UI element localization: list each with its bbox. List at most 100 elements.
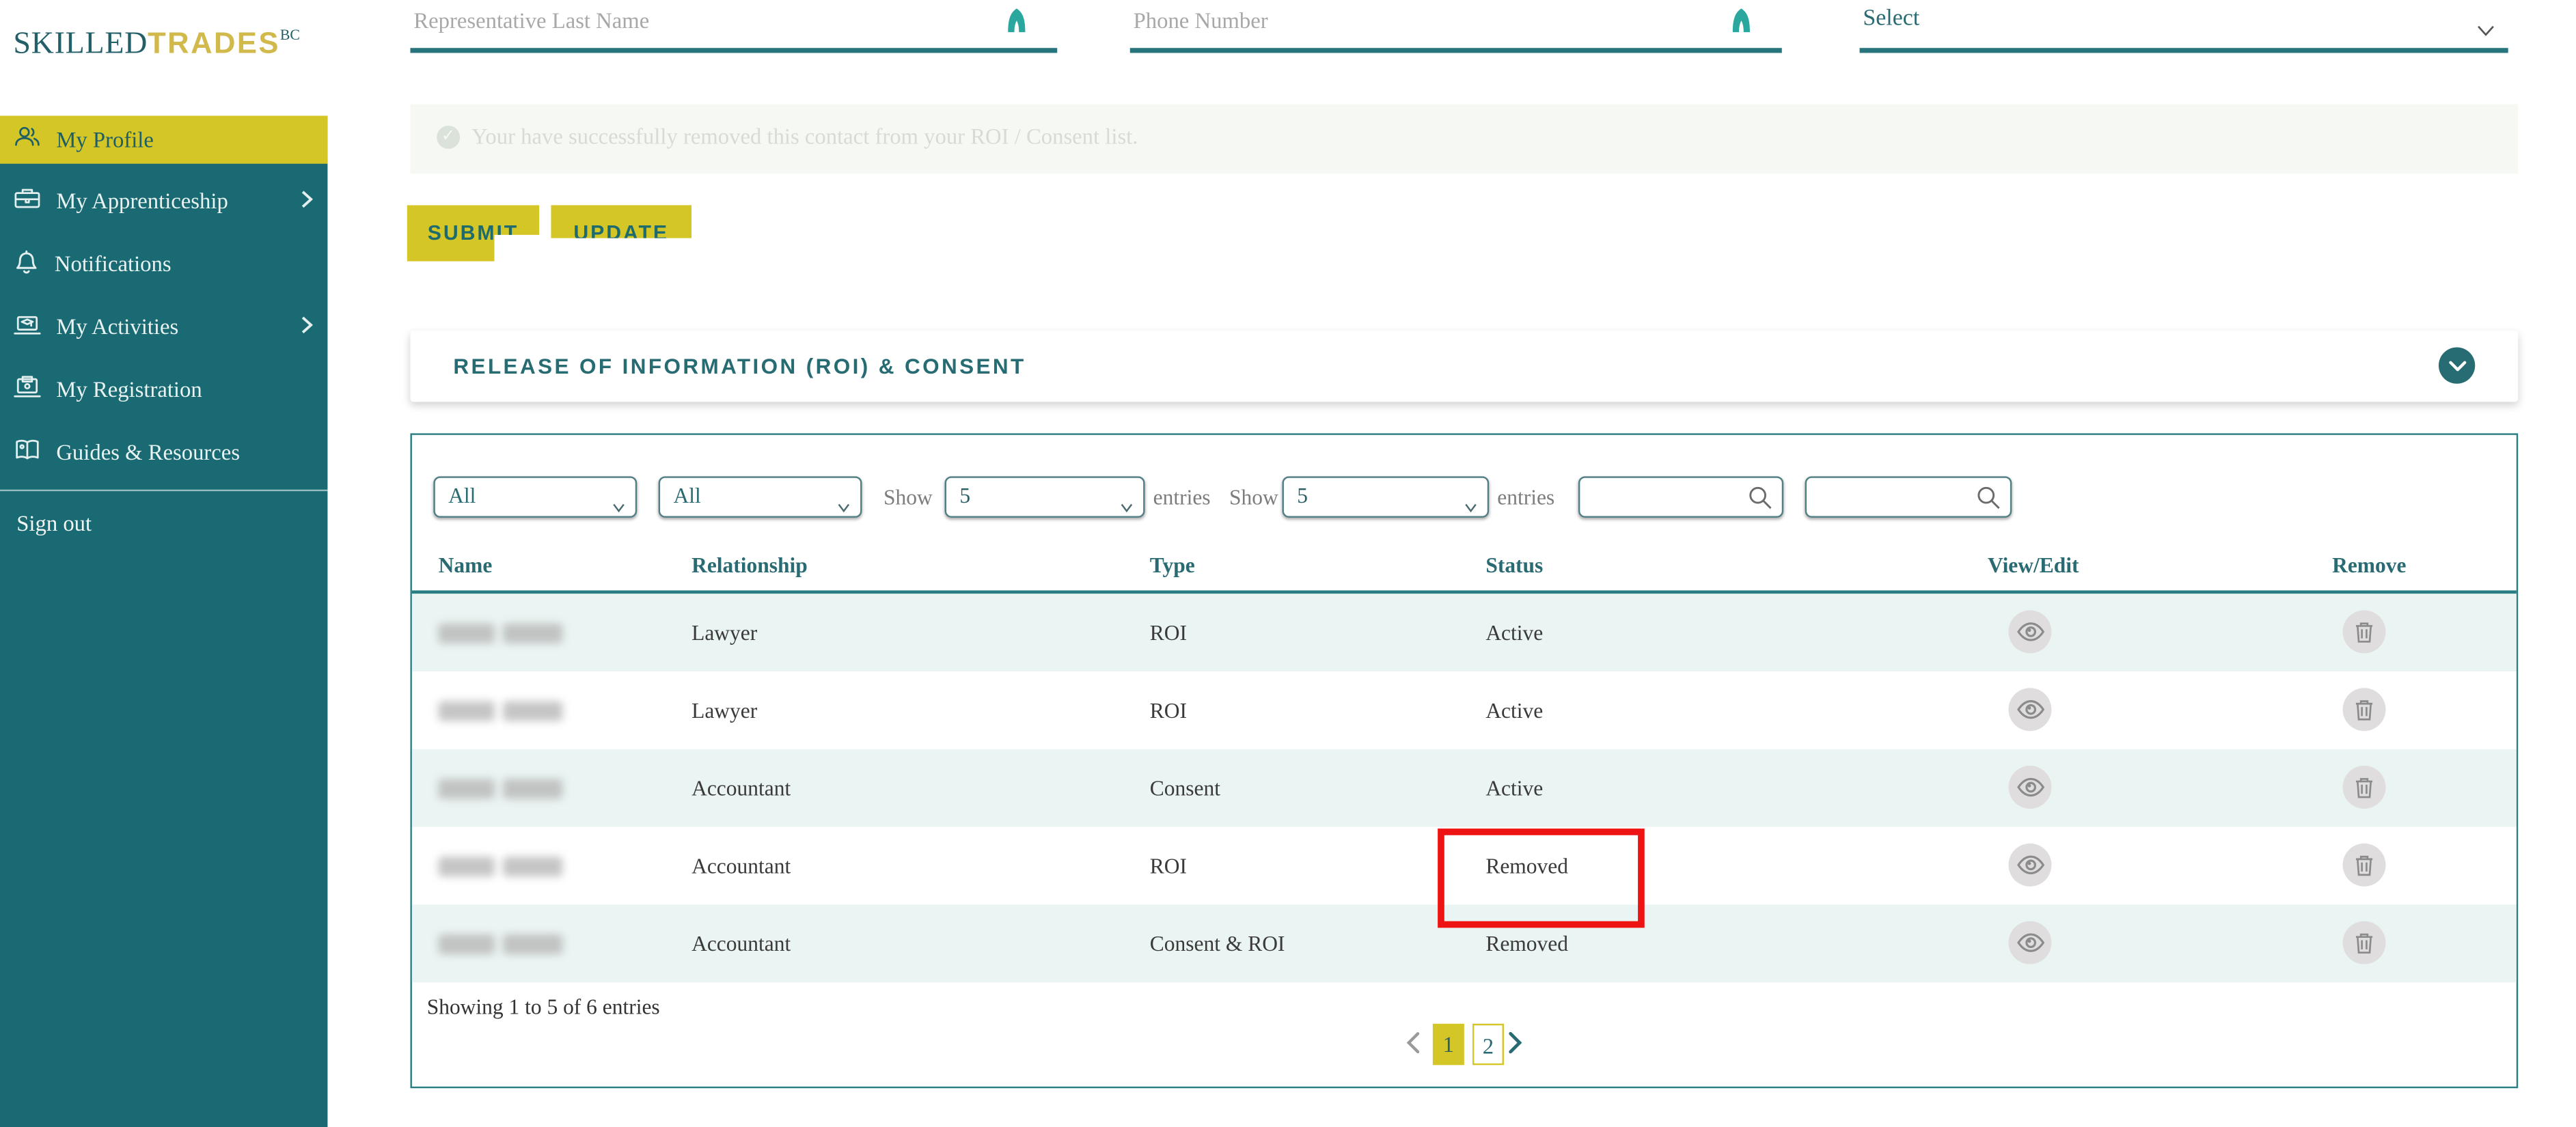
relationship-cell: Accountant: [691, 853, 791, 878]
sidebar-item-label: Notifications: [54, 251, 172, 277]
view-edit-button[interactable]: [2008, 766, 2052, 809]
page-button-1[interactable]: 1: [1432, 1023, 1464, 1066]
eye-icon: [2016, 700, 2044, 719]
trash-icon: [2355, 778, 2373, 798]
entries-label: entries: [1153, 484, 1211, 510]
sidebar-item-my-registration[interactable]: My Registration: [0, 359, 327, 421]
status-cell: Active: [1485, 620, 1544, 645]
app-window: SKILLEDTRADESBC My Profile My Apprentice…: [0, 0, 2576, 1127]
search-icon: [1749, 486, 1772, 510]
sidebar-item-label: My Activities: [56, 314, 179, 339]
status-cell: Active: [1485, 775, 1544, 801]
sidebar-item-label: My Registration: [56, 377, 202, 402]
table-row: Accountant ROI Removed: [411, 826, 2517, 905]
column-header-view-edit: View/Edit: [1988, 552, 2079, 578]
sidebar-item-my-activities[interactable]: My Activities: [0, 296, 327, 359]
sidebar-item-my-profile[interactable]: My Profile: [0, 115, 328, 164]
sidebar-item-my-apprenticeship[interactable]: My Apprenticeship: [0, 170, 327, 233]
filter-value: All: [673, 483, 701, 508]
bell-icon: [13, 248, 40, 281]
pagination: 1 2: [412, 1023, 2517, 1067]
delete-button[interactable]: [2342, 688, 2386, 732]
profile-icon: [13, 124, 41, 156]
page-size-select-2[interactable]: 5: [1282, 476, 1490, 520]
chevron-right-icon: [301, 189, 314, 215]
view-edit-button[interactable]: [2008, 921, 2052, 964]
eye-icon: [2016, 933, 2044, 952]
submit-button[interactable]: SUBMIT: [407, 205, 540, 262]
table-search-box-1[interactable]: [1578, 476, 1784, 518]
page-size-value: 5: [959, 483, 971, 508]
type-filter-select[interactable]: All: [433, 476, 638, 518]
alert-message: Your have successfully removed this cont…: [471, 124, 1138, 149]
skilledtradesbc-logo[interactable]: SKILLEDTRADESBC: [13, 27, 300, 63]
representative-last-name-input[interactable]: [410, 0, 1058, 35]
trash-icon: [2355, 700, 2373, 721]
sidebar: SKILLEDTRADESBC My Profile My Apprentice…: [0, 0, 328, 1127]
status-filter-select[interactable]: All: [658, 476, 862, 518]
success-alert: ✓ Your have successfully removed this co…: [410, 104, 2519, 174]
table-row: Lawyer ROI Active: [411, 671, 2517, 749]
table-header-row: Name Relationship Type Status View/Edit …: [412, 541, 2517, 591]
phone-number-field[interactable]: [1129, 0, 1782, 53]
representative-last-name-field[interactable]: [410, 0, 1058, 53]
type-cell: ROI: [1149, 620, 1188, 645]
update-button[interactable]: UPDATE: [551, 205, 692, 238]
logo-text-trades: TRADES: [148, 26, 280, 60]
sidebar-item-notifications[interactable]: Notifications: [0, 233, 327, 296]
check-circle-icon: ✓: [437, 126, 461, 149]
table-search-box-2[interactable]: [1805, 476, 2012, 518]
page-size-select-1[interactable]: 5: [944, 476, 1145, 520]
page-size-value: 5: [1297, 483, 1308, 508]
delete-button[interactable]: [2342, 843, 2386, 887]
collapse-section-button[interactable]: [2438, 347, 2476, 384]
filter-value: All: [448, 483, 476, 508]
chevron-down-icon: [1464, 493, 1477, 520]
roi-consent-table-panel: All All Show 5 entries Show 5 entries Na…: [410, 433, 2519, 1089]
chevron-right-icon: [301, 314, 314, 341]
trash-icon: [2355, 855, 2373, 876]
eye-icon: [2016, 855, 2044, 875]
table-body: Lawyer ROI Active Lawyer ROI Active Acco…: [411, 594, 2517, 983]
page-button-2[interactable]: 2: [1472, 1023, 1504, 1066]
table-row: Lawyer ROI Active: [411, 594, 2517, 672]
book-icon: [13, 436, 41, 469]
representative-select-dropdown[interactable]: Select: [1859, 0, 2508, 53]
eye-icon: [2016, 622, 2044, 641]
delete-button[interactable]: [2342, 921, 2386, 964]
table-summary: Showing 1 to 5 of 6 entries: [426, 994, 660, 1019]
next-page-button[interactable]: [1509, 1031, 1522, 1062]
chevron-down-icon: [1120, 493, 1133, 520]
chevron-right-icon: [1509, 1031, 1522, 1054]
contact-name-redacted: [438, 904, 563, 982]
chevron-left-icon: [1406, 1032, 1420, 1054]
sidebar-item-guides-resources[interactable]: Guides & Resources: [0, 421, 327, 484]
monitor-register-icon: [13, 374, 41, 406]
column-header-name: Name: [438, 552, 493, 578]
main-content: Select ✓ Your have successfully removed …: [327, 0, 2576, 1127]
type-cell: ROI: [1149, 853, 1188, 878]
sign-out-link[interactable]: Sign out: [0, 491, 327, 547]
view-edit-button[interactable]: [2008, 688, 2052, 732]
delete-button[interactable]: [2342, 610, 2386, 654]
trash-icon: [2355, 933, 2373, 954]
delete-button[interactable]: [2342, 766, 2386, 809]
sidebar-item-label: My Apprenticeship: [56, 189, 228, 214]
previous-page-button[interactable]: [1406, 1032, 1420, 1062]
entries-label: entries: [1497, 484, 1555, 510]
laptop-learning-icon: [13, 311, 41, 344]
status-cell: Removed: [1485, 931, 1568, 956]
view-edit-button[interactable]: [2008, 610, 2052, 654]
search-icon: [1977, 486, 2000, 510]
contact-name-redacted: [438, 827, 563, 905]
eye-icon: [2016, 777, 2044, 797]
contact-name-redacted: [438, 671, 563, 749]
sidebar-item-label: Guides & Resources: [56, 440, 241, 465]
type-cell: Consent: [1149, 775, 1221, 801]
sidebar-item-label: My Profile: [56, 126, 154, 152]
view-edit-button[interactable]: [2008, 843, 2052, 887]
phone-number-input[interactable]: [1129, 0, 1782, 35]
type-cell: Consent & ROI: [1149, 931, 1285, 956]
relationship-cell: Accountant: [691, 931, 791, 956]
flame-icon: [1006, 7, 1027, 43]
